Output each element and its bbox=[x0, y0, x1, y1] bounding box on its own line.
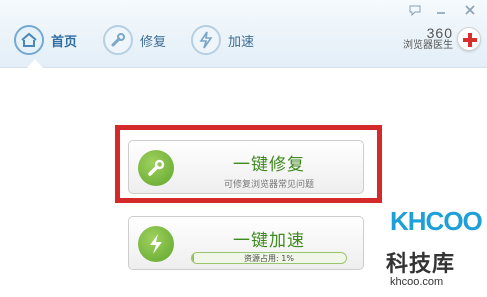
speedup-title: 一键加速 bbox=[233, 231, 305, 251]
one-click-speedup-button[interactable]: 一键加速 资源占用: 1% bbox=[128, 216, 364, 270]
minimize-icon[interactable] bbox=[434, 4, 448, 16]
active-tab-pointer bbox=[27, 59, 43, 68]
highlight-frame bbox=[115, 125, 382, 203]
brand-block: 360 浏览器医生 bbox=[403, 26, 481, 52]
tab-speed-label: 加速 bbox=[228, 34, 255, 50]
tab-repair[interactable]: 修复 bbox=[103, 20, 166, 60]
watermark-brand: KHCOO bbox=[390, 206, 483, 236]
lightning-icon bbox=[138, 226, 174, 262]
home-icon bbox=[14, 25, 44, 55]
tab-home-label: 首页 bbox=[51, 34, 78, 50]
resource-usage-bar: 资源占用: 1% bbox=[191, 252, 347, 264]
watermark: KHCOO 科技库 khcoo.com bbox=[360, 200, 485, 295]
tab-home[interactable]: 首页 bbox=[14, 20, 77, 60]
lightning-icon bbox=[191, 25, 221, 55]
feedback-icon[interactable] bbox=[408, 4, 422, 16]
close-icon[interactable] bbox=[463, 4, 477, 16]
watermark-url: khcoo.com bbox=[390, 276, 444, 288]
red-cross-icon bbox=[457, 27, 481, 51]
brand-name: 浏览器医生 bbox=[403, 40, 453, 51]
tab-speed[interactable]: 加速 bbox=[191, 20, 254, 60]
tab-repair-label: 修复 bbox=[140, 34, 167, 50]
resource-usage-text: 资源占用: 1% bbox=[244, 254, 294, 263]
top-nav-bar: 首页 修复 加速 360 浏览器医生 bbox=[0, 0, 487, 68]
brand-number: 360 bbox=[426, 25, 453, 41]
watermark-chinese: 科技库 bbox=[386, 252, 456, 277]
wrench-icon bbox=[103, 25, 133, 55]
